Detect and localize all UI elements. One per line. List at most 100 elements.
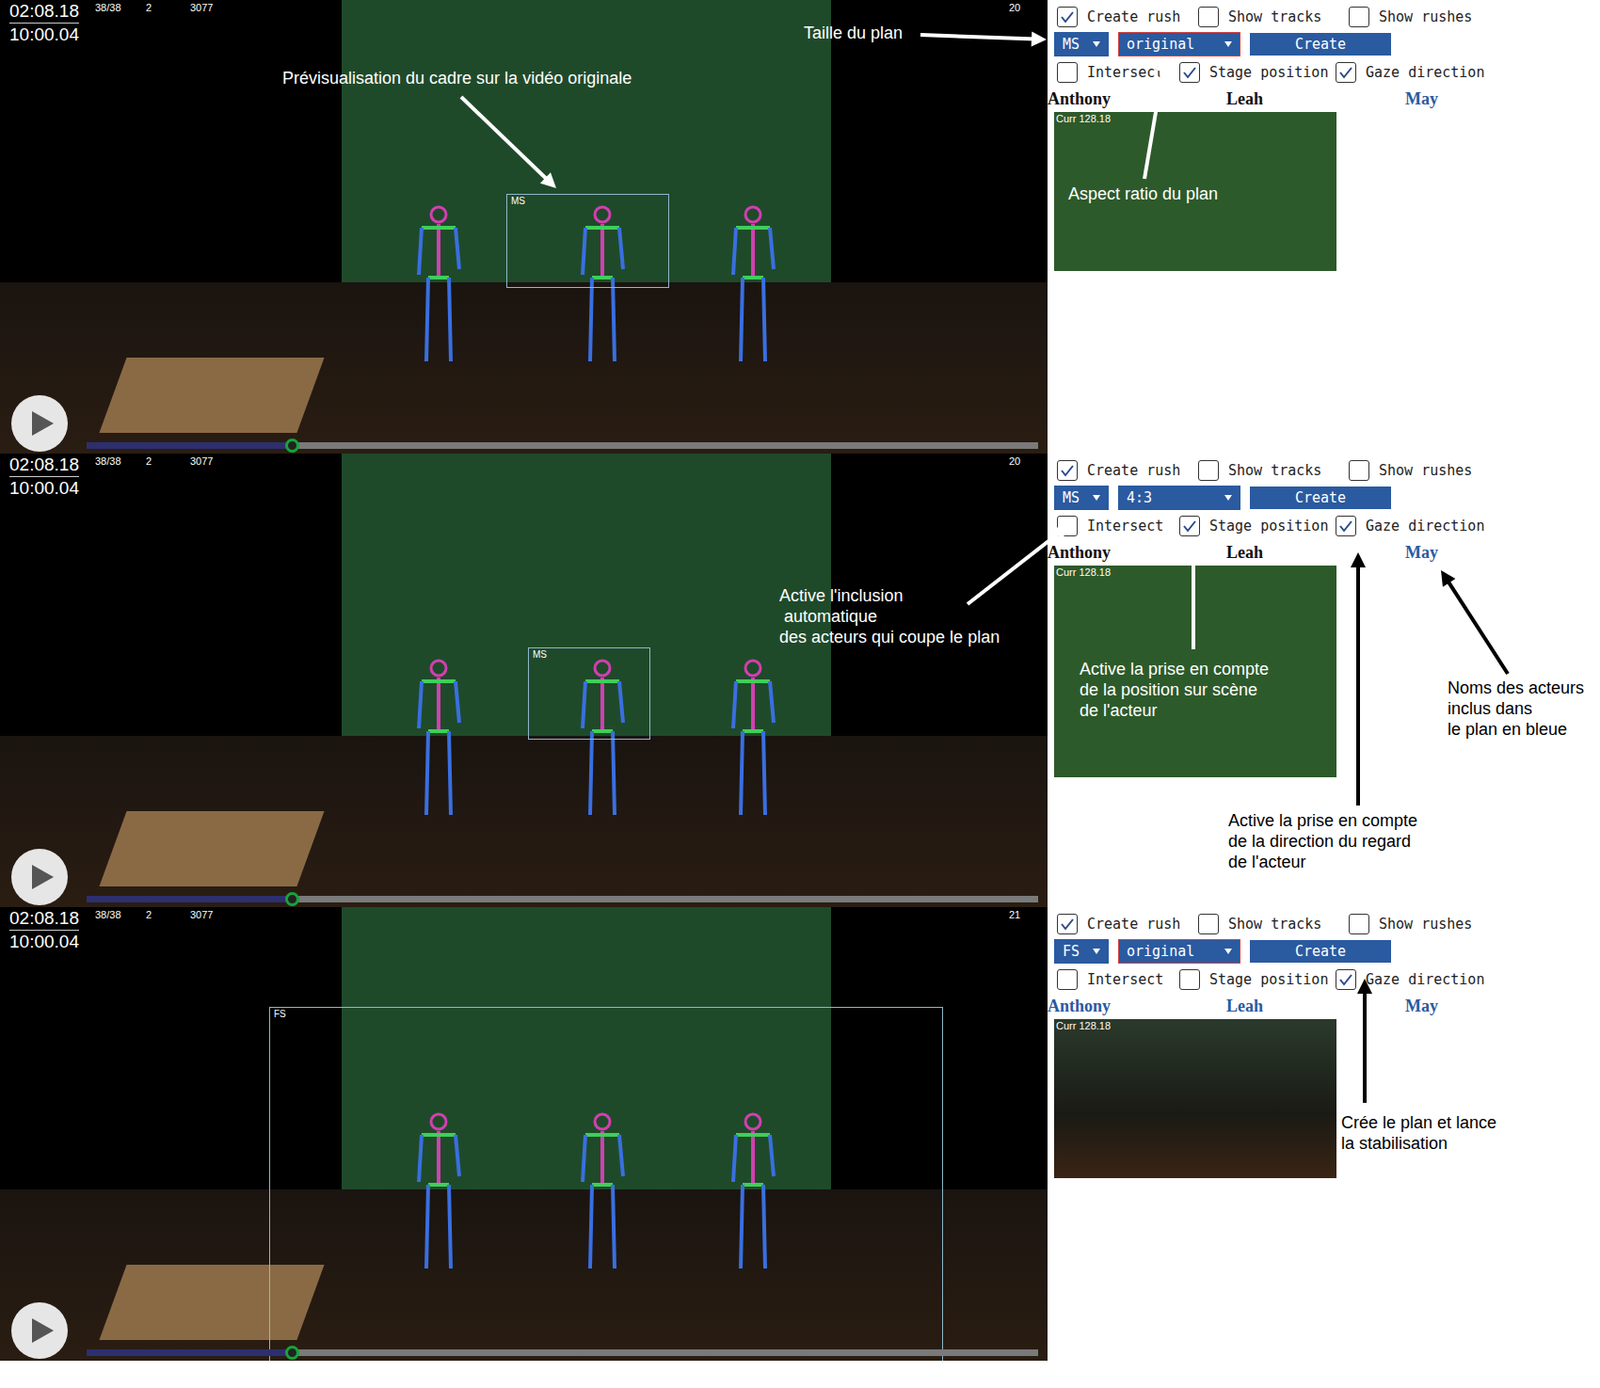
checkbox[interactable] — [1198, 460, 1219, 481]
framing-options: IntersectStage positionGaze direction — [1047, 965, 1600, 993]
actor-name[interactable]: Leah — [1226, 996, 1406, 1017]
checkbox-option[interactable]: Intersect — [1056, 62, 1180, 83]
control-panel: Create rushShow tracksShow rushes MS origi… — [1047, 0, 1600, 454]
arrow-icon — [920, 31, 1047, 47]
actor-name[interactable]: Anthony — [1047, 543, 1227, 563]
checkbox[interactable] — [1335, 969, 1357, 991]
play-icon — [30, 410, 55, 437]
frame-number: 3077 — [190, 455, 213, 467]
timecode: 10:00.04 — [9, 477, 80, 500]
check-icon — [1059, 916, 1075, 932]
current-time: 02:08.18 — [9, 907, 80, 931]
checkbox-option[interactable]: Stage position — [1179, 62, 1336, 83]
checkbox[interactable] — [1179, 969, 1200, 991]
checkbox-option[interactable]: Stage position — [1179, 969, 1336, 991]
create-button[interactable]: Create — [1249, 486, 1392, 510]
actor-name[interactable]: May — [1405, 89, 1600, 110]
actor-name[interactable]: Leah — [1226, 543, 1406, 563]
frame-box[interactable]: MS — [528, 647, 651, 740]
checkbox-option[interactable]: Show tracks — [1198, 6, 1349, 28]
play-icon — [30, 864, 55, 891]
actor-name[interactable]: Leah — [1226, 89, 1406, 110]
play-button[interactable] — [11, 1302, 68, 1360]
checkbox-option[interactable]: Intersect — [1056, 969, 1180, 991]
preview-caption: Curr 128.18 — [1056, 566, 1111, 578]
frame-count: 38/38 — [95, 1, 122, 14]
frame-box[interactable]: MS — [506, 193, 670, 288]
checkbox-option[interactable]: Create rush — [1056, 913, 1199, 935]
frame-label: MS — [532, 649, 547, 660]
check-icon — [1059, 463, 1075, 479]
aspect-select[interactable]: original — [1118, 32, 1241, 57]
skeleton-overlay — [0, 907, 1048, 1361]
skeleton-overlay — [0, 453, 1048, 908]
checkbox-option[interactable]: Show tracks — [1198, 913, 1349, 935]
annotation-arrows — [0, 0, 1600, 1388]
video-player[interactable]: MS02:08.1810:00.0438/382307720 — [0, 453, 1048, 908]
checkbox[interactable] — [1179, 515, 1200, 537]
checkbox[interactable] — [1348, 6, 1370, 28]
shot-counter: 21 — [1008, 909, 1021, 921]
checkbox-option[interactable]: Gaze direction — [1335, 515, 1600, 537]
checkbox-option[interactable]: Stage position — [1179, 515, 1336, 537]
checkbox-option[interactable]: Create rush — [1056, 6, 1199, 28]
actor-name[interactable]: Anthony — [1047, 996, 1227, 1017]
frame-label: MS — [511, 195, 526, 207]
checkbox[interactable] — [1056, 62, 1078, 83]
annotation: Prévisualisation du cadre sur la vidéo o… — [282, 67, 632, 89]
shot-size-select[interactable]: MS — [1054, 485, 1109, 511]
arrow-icon — [1185, 547, 1201, 650]
checkbox-option[interactable]: Show rushes — [1348, 6, 1600, 28]
aspect-select[interactable]: original — [1118, 939, 1241, 964]
annotation: Active la prise en compte de la directio… — [1228, 810, 1418, 873]
progress-bar[interactable] — [86, 1349, 1039, 1357]
caret-icon — [1224, 41, 1232, 48]
frame-box[interactable]: FS — [269, 1007, 944, 1361]
checkbox[interactable] — [1056, 515, 1078, 537]
create-button[interactable]: Create — [1249, 940, 1392, 963]
check-icon — [1338, 518, 1354, 534]
aspect-select[interactable]: 4:3 — [1118, 485, 1241, 511]
checkbox[interactable] — [1179, 62, 1200, 83]
actor-name[interactable]: May — [1405, 543, 1600, 563]
stage-table — [98, 357, 324, 433]
annotation: Active l'inclusion automatique des acteu… — [779, 585, 1000, 648]
progress-bar[interactable] — [86, 896, 1039, 903]
shot-preview: Curr 128.18 — [1054, 1019, 1337, 1179]
checkbox-option[interactable]: Show rushes — [1348, 460, 1600, 481]
checkbox[interactable] — [1056, 460, 1078, 481]
checkbox[interactable] — [1335, 62, 1357, 83]
checkbox-option[interactable]: Show tracks — [1198, 460, 1349, 481]
progress-bar[interactable] — [86, 442, 1039, 449]
checkbox[interactable] — [1056, 913, 1078, 935]
checkbox-option[interactable]: Show rushes — [1348, 913, 1600, 935]
play-button[interactable] — [11, 848, 68, 906]
preview-caption: Curr 128.18 — [1056, 112, 1111, 125]
check-icon — [1059, 9, 1075, 25]
checkbox-option[interactable]: Gaze direction — [1335, 969, 1600, 991]
checkbox[interactable] — [1348, 913, 1370, 935]
shot-counter: 20 — [1008, 455, 1021, 467]
arrow-icon — [967, 525, 1070, 605]
stage-table — [98, 1264, 324, 1341]
actor-name[interactable]: May — [1405, 996, 1600, 1017]
checkbox-option[interactable]: Intersect — [1056, 515, 1180, 537]
checkbox[interactable] — [1198, 6, 1219, 28]
caret-icon — [1092, 948, 1101, 955]
actor-name[interactable]: Anthony — [1047, 89, 1227, 110]
create-button[interactable]: Create — [1249, 32, 1392, 56]
video-player[interactable]: MS02:08.1810:00.0438/382307720 — [0, 0, 1048, 454]
video-player[interactable]: FS02:08.1810:00.0438/382307721 — [0, 907, 1048, 1361]
shot-size-select[interactable]: MS — [1054, 32, 1109, 57]
checkbox[interactable] — [1348, 460, 1370, 481]
play-button[interactable] — [11, 395, 68, 452]
checkbox[interactable] — [1335, 515, 1357, 537]
progress-fill — [86, 442, 291, 449]
time-display: 02:08.1810:00.04 — [9, 453, 80, 500]
checkbox[interactable] — [1056, 6, 1078, 28]
checkbox-option[interactable]: Create rush — [1056, 460, 1199, 481]
checkbox-option[interactable]: Gaze direction — [1335, 62, 1600, 83]
checkbox[interactable] — [1198, 913, 1219, 935]
shot-size-select[interactable]: FS — [1054, 939, 1109, 964]
checkbox[interactable] — [1056, 969, 1078, 991]
